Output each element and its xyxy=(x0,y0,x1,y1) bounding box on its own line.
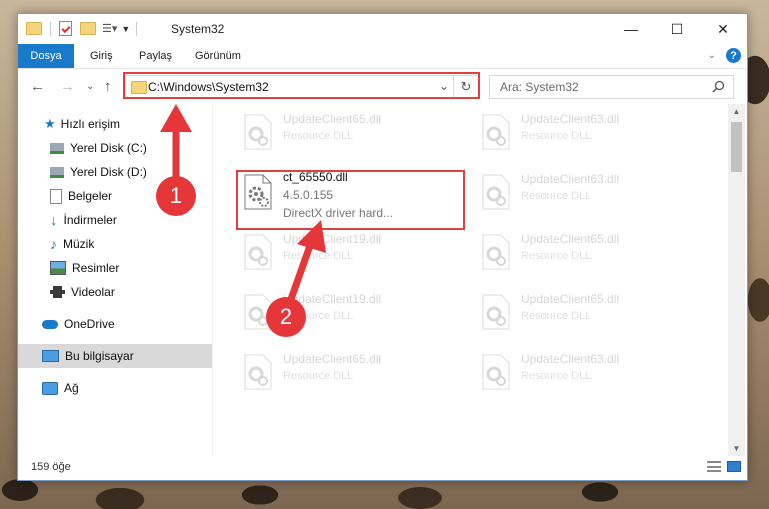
arrow-1-icon xyxy=(160,104,192,180)
arrow-2-icon xyxy=(286,220,326,304)
annotation-arrows xyxy=(160,104,326,304)
step-2-badge: 2 xyxy=(266,297,306,337)
step-1-badge: 1 xyxy=(156,176,196,216)
